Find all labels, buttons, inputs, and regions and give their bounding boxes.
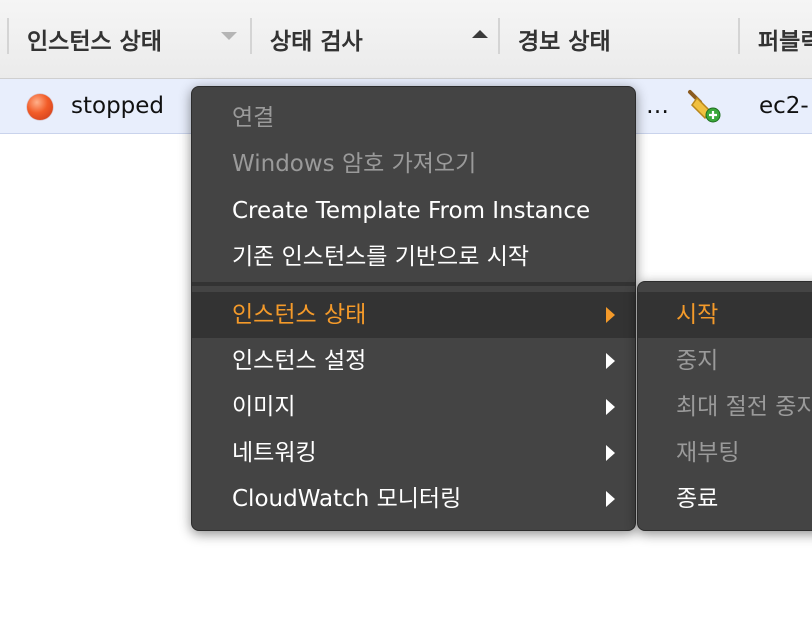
column-header-status-checks[interactable]: 상태 검사 bbox=[250, 0, 498, 78]
submenu-item-label: 최대 절전 중지 bbox=[676, 394, 812, 420]
column-header-instance-state[interactable]: 인스턴스 상태 bbox=[7, 0, 250, 78]
instance-state-value: stopped bbox=[71, 93, 165, 119]
column-separator bbox=[738, 18, 740, 54]
menu-item-create-template[interactable]: Create Template From Instance bbox=[192, 188, 635, 234]
submenu-item-stop[interactable]: 중지 bbox=[638, 338, 812, 384]
submenu-item-reboot[interactable]: 재부팅 bbox=[638, 430, 812, 476]
column-separator bbox=[250, 18, 252, 54]
menu-item-label: 이미지 bbox=[232, 394, 296, 420]
submenu-arrow-icon bbox=[606, 353, 615, 369]
menu-item-instance-settings[interactable]: 인스턴스 설정 bbox=[192, 338, 635, 384]
submenu-arrow-icon bbox=[606, 491, 615, 507]
menu-item-label: Create Template From Instance bbox=[232, 198, 591, 224]
submenu-arrow-icon bbox=[606, 399, 615, 415]
column-separator bbox=[498, 18, 500, 54]
column-separator bbox=[7, 18, 9, 54]
menu-item-label: Windows 암호 가져오기 bbox=[232, 151, 477, 177]
submenu-item-label: 종료 bbox=[676, 486, 719, 512]
column-header-label: 경보 상태 bbox=[518, 29, 611, 55]
status-checks-truncated: … bbox=[646, 93, 669, 119]
menu-item-label: 기존 인스턴스를 기반으로 시작 bbox=[232, 244, 530, 270]
submenu-arrow-icon bbox=[606, 307, 615, 323]
table-header: 인스턴스 상태 상태 검사 경보 상태 퍼블릭 DNS bbox=[0, 0, 812, 79]
submenu-arrow-icon bbox=[606, 445, 615, 461]
sort-indicator-icon bbox=[221, 32, 237, 40]
submenu-item-label: 중지 bbox=[676, 348, 719, 374]
column-header-alarm-status[interactable]: 경보 상태 bbox=[498, 0, 738, 78]
submenu-item-hibernate[interactable]: 최대 절전 중지 bbox=[638, 384, 812, 430]
menu-item-label: 인스턴스 상태 bbox=[232, 302, 367, 328]
menu-item-label: 인스턴스 설정 bbox=[232, 348, 367, 374]
context-menu: 연결 Windows 암호 가져오기 Create Template From … bbox=[191, 86, 636, 531]
column-header-public-dns[interactable]: 퍼블릭 DNS bbox=[738, 0, 812, 78]
menu-divider bbox=[192, 282, 635, 286]
create-alarm-icon[interactable] bbox=[686, 88, 722, 124]
menu-item-connect[interactable]: 연결 bbox=[192, 95, 635, 141]
sort-ascending-icon bbox=[472, 30, 488, 38]
submenu-item-terminate[interactable]: 종료 bbox=[638, 476, 812, 522]
menu-item-label: 네트워킹 bbox=[232, 440, 317, 466]
menu-item-label: CloudWatch 모니터링 bbox=[232, 486, 462, 512]
menu-item-cloudwatch-monitoring[interactable]: CloudWatch 모니터링 bbox=[192, 476, 635, 522]
column-header-label: 상태 검사 bbox=[270, 29, 363, 55]
menu-item-image[interactable]: 이미지 bbox=[192, 384, 635, 430]
menu-item-launch-more-like-this[interactable]: 기존 인스턴스를 기반으로 시작 bbox=[192, 234, 635, 280]
menu-item-get-windows-password[interactable]: Windows 암호 가져오기 bbox=[192, 141, 635, 187]
menu-item-instance-state[interactable]: 인스턴스 상태 bbox=[192, 292, 635, 338]
instance-state-submenu: 시작 중지 최대 절전 중지 재부팅 종료 bbox=[637, 281, 812, 531]
menu-item-networking[interactable]: 네트워킹 bbox=[192, 430, 635, 476]
stopped-status-icon bbox=[27, 94, 53, 120]
column-header-label: 퍼블릭 DNS bbox=[758, 29, 812, 55]
menu-item-label: 연결 bbox=[232, 105, 275, 131]
column-header-label: 인스턴스 상태 bbox=[27, 29, 162, 55]
submenu-item-label: 시작 bbox=[676, 302, 719, 328]
submenu-item-label: 재부팅 bbox=[676, 440, 740, 466]
public-dns-value: ec2- bbox=[759, 93, 809, 119]
submenu-item-start[interactable]: 시작 bbox=[638, 292, 812, 338]
